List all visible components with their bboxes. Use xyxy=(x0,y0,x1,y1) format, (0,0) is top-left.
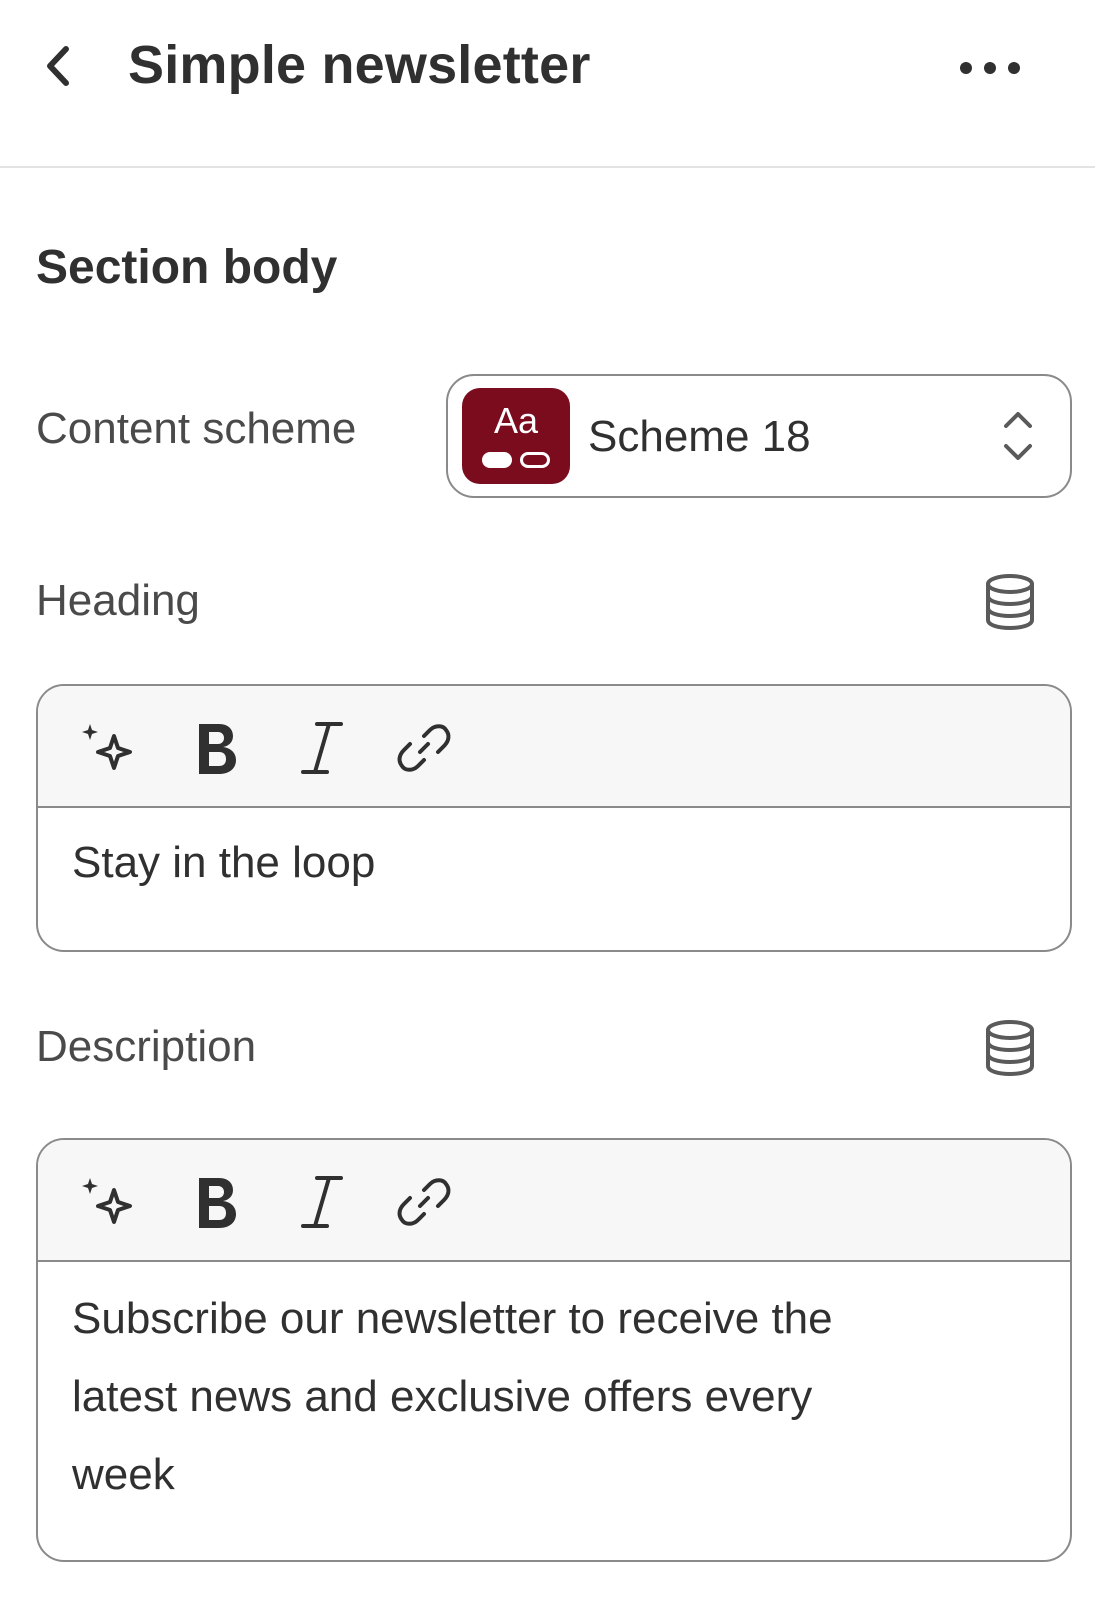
heading-editor: Stay in the loop xyxy=(36,684,1072,952)
heading-label: Heading xyxy=(36,576,200,625)
bold-icon xyxy=(199,1178,236,1228)
description-text[interactable]: Subscribe our newsletter to receive the … xyxy=(72,1280,1032,1514)
more-actions-button[interactable] xyxy=(950,40,1030,96)
italic-button[interactable] xyxy=(290,1170,354,1234)
description-label: Description xyxy=(36,1022,257,1071)
bold-button[interactable] xyxy=(184,716,248,780)
content-scheme-select[interactable]: Aa Scheme 18 xyxy=(446,374,1072,498)
description-editor: Subscribe our newsletter to receive the … xyxy=(36,1138,1072,1562)
scheme-swatch: Aa xyxy=(462,388,570,484)
bold-button[interactable] xyxy=(184,1170,248,1234)
panel-header: Simple newsletter xyxy=(0,0,1095,168)
heading-toolbar xyxy=(38,686,1070,808)
scheme-swatch-button-solid xyxy=(482,452,512,468)
link-button[interactable] xyxy=(392,1170,456,1234)
database-icon[interactable] xyxy=(982,1020,1038,1076)
italic-icon xyxy=(301,1176,343,1228)
description-line: Subscribe our newsletter to receive the xyxy=(72,1294,833,1343)
content-scheme-label: Content scheme xyxy=(36,404,357,453)
link-icon xyxy=(397,1178,451,1226)
ai-generate-button[interactable] xyxy=(76,1170,140,1234)
sparkle-ai-icon xyxy=(82,1178,132,1224)
italic-icon xyxy=(301,722,343,774)
back-button[interactable] xyxy=(28,36,88,96)
select-chevron-updown-icon xyxy=(1004,412,1032,460)
description-line: week xyxy=(72,1450,175,1499)
scheme-swatch-button-outline xyxy=(520,452,550,468)
page-title: Simple newsletter xyxy=(128,35,591,95)
link-icon xyxy=(397,724,451,772)
italic-button[interactable] xyxy=(290,716,354,780)
bold-icon xyxy=(199,724,236,774)
sparkle-ai-icon xyxy=(82,724,132,770)
section-title: Section body xyxy=(36,241,338,294)
description-toolbar xyxy=(38,1140,1070,1262)
description-line: latest news and exclusive offers every xyxy=(72,1372,813,1421)
link-button[interactable] xyxy=(392,716,456,780)
database-icon[interactable] xyxy=(982,574,1038,630)
content-scheme-value: Scheme 18 xyxy=(588,412,811,461)
ai-generate-button[interactable] xyxy=(76,716,140,780)
chevron-left-icon xyxy=(47,46,69,86)
scheme-swatch-text: Aa xyxy=(493,400,539,441)
more-horizontal-icon xyxy=(960,62,1020,74)
heading-text[interactable]: Stay in the loop xyxy=(72,824,1032,902)
